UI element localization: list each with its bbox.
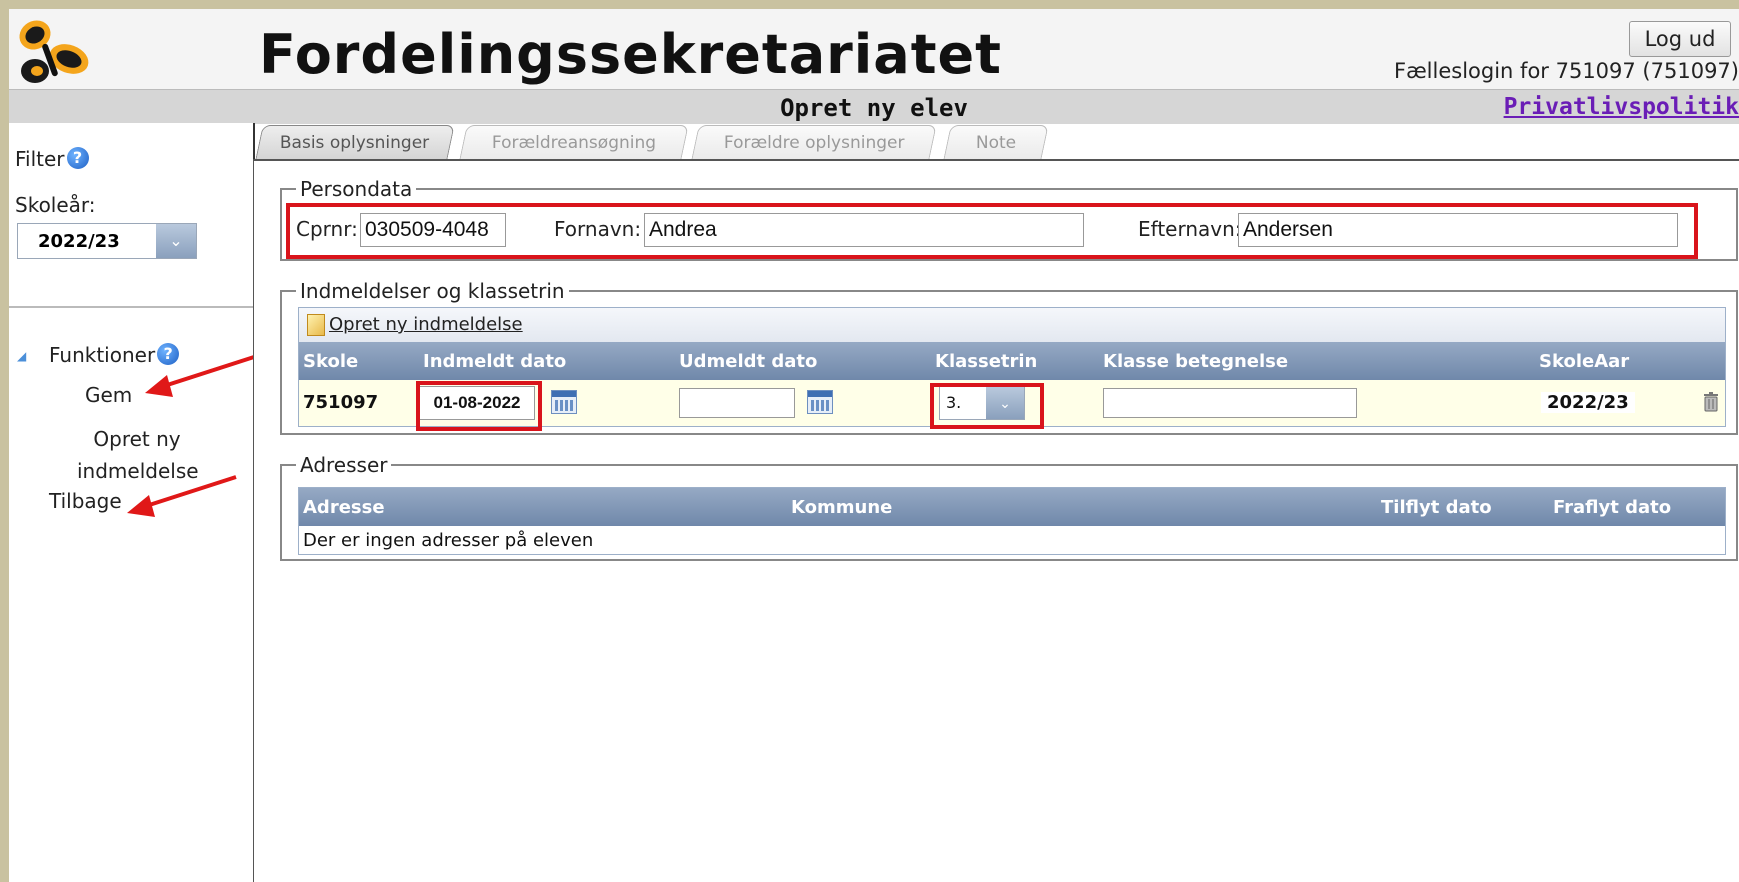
column-header[interactable]: Adresse (303, 497, 385, 518)
tab-bar: Basis oplysninger Forældreansøgning Foræ… (255, 125, 1055, 161)
column-header[interactable]: Udmeldt dato (679, 351, 817, 372)
unenrolled-date-field[interactable] (679, 388, 795, 418)
grid-toolbar: Opret ny indmeldelse (299, 308, 1725, 343)
column-header[interactable]: Klassetrin (935, 351, 1037, 372)
new-enrollment-link[interactable]: Opret ny indmeldelse (329, 314, 523, 335)
persondata-legend: Persondata (300, 177, 413, 201)
grid-header: Adresse Kommune Tilflyt dato Fraflyt dat… (299, 488, 1725, 526)
help-icon[interactable]: ? (66, 147, 89, 169)
grid-header: Skole Indmeldt dato Udmeldt dato Klasset… (299, 342, 1725, 380)
addresses-legend: Adresser (300, 453, 388, 477)
cpr-label: Cprnr: (296, 217, 358, 241)
column-header[interactable]: Kommune (791, 497, 892, 518)
red-arrow-icon (145, 355, 255, 397)
lastname-field[interactable] (1238, 213, 1678, 247)
main-panel: Persondata Cprnr: Fornavn: Efternavn: In… (253, 159, 1739, 882)
sidebar: Filter? Skoleår: 2022/23 ⌄ ◢ Funktioner?… (9, 123, 255, 882)
page-title: Opret ny elev (780, 94, 968, 122)
firstname-label: Fornavn: (554, 217, 642, 241)
firstname-field[interactable] (644, 213, 1084, 247)
tab-parent-info[interactable]: Forældre oplysninger (691, 125, 937, 160)
privacy-policy-link[interactable]: Privatlivspolitik (1504, 94, 1739, 120)
cpr-field[interactable] (360, 213, 506, 247)
butterfly-logo-icon (19, 20, 89, 83)
logout-button[interactable]: Log ud (1629, 21, 1731, 57)
column-header[interactable]: Indmeldt dato (423, 351, 566, 372)
school-cell: 751097 (303, 392, 379, 413)
tab-parent-application[interactable]: Forældreansøgning (459, 125, 689, 160)
lastname-label: Efternavn: (1138, 217, 1242, 241)
calendar-icon[interactable] (807, 390, 833, 414)
tab-basis-info[interactable]: Basis oplysninger (255, 125, 455, 160)
column-header[interactable]: SkoleAar (1539, 351, 1629, 372)
collapse-triangle-icon[interactable]: ◢ (17, 349, 26, 363)
chevron-down-icon[interactable]: ⌄ (156, 224, 196, 258)
sidebar-divider (9, 306, 253, 308)
filter-label: Filter (15, 147, 65, 171)
school-year-cell: 2022/23 (1541, 392, 1635, 413)
new-document-icon (307, 314, 325, 336)
empty-message: Der er ingen adresser på eleven (303, 530, 594, 551)
trash-icon[interactable] (1703, 392, 1719, 412)
filter-heading: Filter? (15, 147, 89, 171)
school-year-select[interactable]: 2022/23 ⌄ (17, 223, 197, 259)
school-year-label: Skoleår: (15, 193, 96, 217)
red-arrow-icon (127, 475, 237, 517)
column-header[interactable]: Skole (303, 351, 358, 372)
addresses-grid: Adresse Kommune Tilflyt dato Fraflyt dat… (298, 487, 1726, 555)
column-header[interactable]: Tilflyt dato (1381, 497, 1492, 518)
column-header[interactable]: Klasse betegnelse (1103, 351, 1288, 372)
school-year-value: 2022/23 (38, 231, 120, 252)
app-header: Fordelingssekretariatet Log ud Fælleslog… (9, 9, 1739, 89)
sidebar-item-back[interactable]: Tilbage (49, 489, 122, 513)
highlight-box (416, 381, 542, 431)
tab-note[interactable]: Note (943, 125, 1049, 160)
enrollments-legend: Indmeldelser og klassetrin (300, 279, 565, 303)
column-header[interactable]: Fraflyt dato (1553, 497, 1671, 518)
class-name-field[interactable] (1103, 388, 1357, 418)
page: Fordelingssekretariatet Log ud Fælleslog… (9, 9, 1739, 882)
highlight-box (930, 383, 1044, 429)
calendar-icon[interactable] (551, 390, 577, 414)
login-info: Fælleslogin for 751097 (751097) (1393, 59, 1739, 83)
app-title: Fordelingssekretariatet (259, 23, 1002, 86)
page-title-bar: Opret ny elev Privatlivspolitik (9, 89, 1739, 124)
sidebar-item-save[interactable]: Gem (85, 383, 132, 407)
